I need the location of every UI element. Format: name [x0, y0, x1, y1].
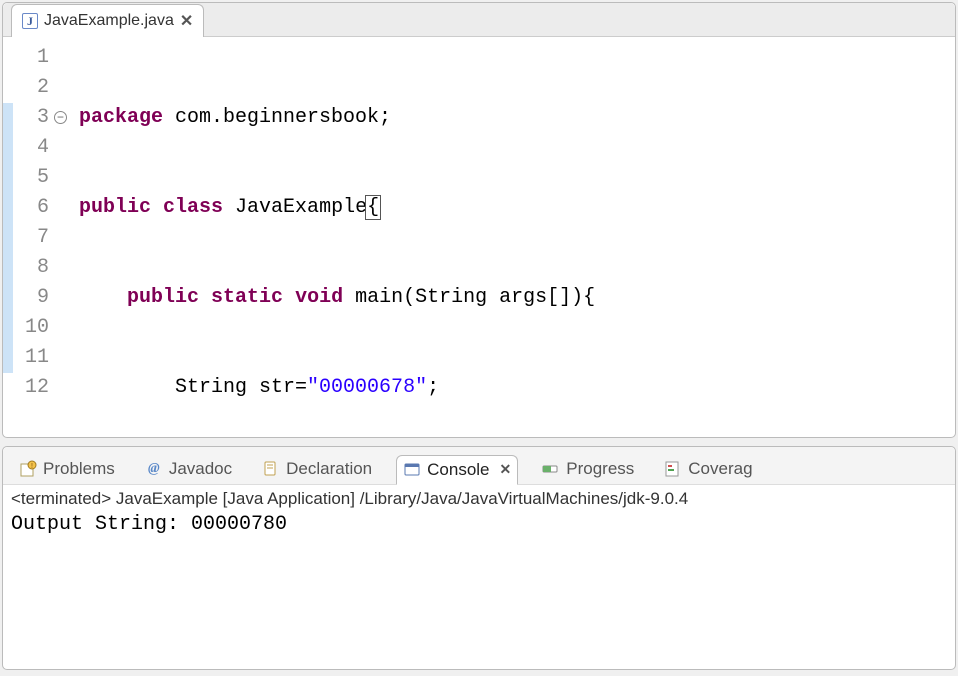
progress-icon: [542, 460, 560, 478]
editor-tab[interactable]: J JavaExample.java ✕: [11, 4, 204, 37]
bottom-tab-bar: ! Problems @ Javadoc Declaration Console…: [3, 447, 955, 485]
close-icon[interactable]: ✕: [500, 461, 512, 478]
tab-label: Problems: [43, 459, 115, 479]
close-icon[interactable]: ✕: [180, 11, 193, 31]
fold-column: [55, 43, 73, 437]
coverage-icon: [664, 460, 682, 478]
javadoc-icon: @: [145, 460, 163, 478]
svg-text:!: !: [31, 463, 33, 470]
code-line: String str="00000678";: [79, 373, 955, 403]
declaration-icon: [262, 460, 280, 478]
editor-pane: J JavaExample.java ✕ 1 2 3− 4 5 6 7 8 9 …: [2, 2, 956, 438]
tab-label: Declaration: [286, 459, 372, 479]
console-status: <terminated> JavaExample [Java Applicati…: [3, 485, 955, 513]
code-line: package com.beginnersbook;: [79, 103, 955, 133]
tab-label: Coverag: [688, 459, 752, 479]
fold-toggle-icon[interactable]: −: [54, 111, 67, 124]
tab-console[interactable]: Console ✕: [396, 455, 518, 485]
tab-label: Javadoc: [169, 459, 232, 479]
editor-tab-bar: J JavaExample.java ✕: [3, 3, 955, 37]
tab-problems[interactable]: ! Problems: [13, 455, 121, 483]
console-icon: [403, 461, 421, 479]
java-file-icon: J: [22, 13, 38, 29]
editor-tab-title: JavaExample.java: [44, 12, 174, 30]
code-line: public static void main(String args[]){: [79, 283, 955, 313]
tab-label: Progress: [566, 459, 634, 479]
code-line: public class JavaExample{: [79, 193, 955, 223]
line-number-gutter: 1 2 3− 4 5 6 7 8 9 10 11 12: [13, 43, 55, 437]
tab-label: Console: [427, 460, 489, 480]
tab-progress[interactable]: Progress: [536, 455, 640, 483]
tab-javadoc[interactable]: @ Javadoc: [139, 455, 238, 483]
tab-declaration[interactable]: Declaration: [256, 455, 378, 483]
problems-icon: !: [19, 460, 37, 478]
tab-coverage[interactable]: Coverag: [658, 455, 758, 483]
highlight-column: [3, 43, 13, 437]
code-editor[interactable]: 1 2 3− 4 5 6 7 8 9 10 11 12 package com.…: [3, 37, 955, 437]
console-output: Output String: 00000780: [3, 513, 955, 536]
code-content[interactable]: package com.beginnersbook; public class …: [73, 43, 955, 437]
bottom-pane: ! Problems @ Javadoc Declaration Console…: [2, 446, 956, 670]
